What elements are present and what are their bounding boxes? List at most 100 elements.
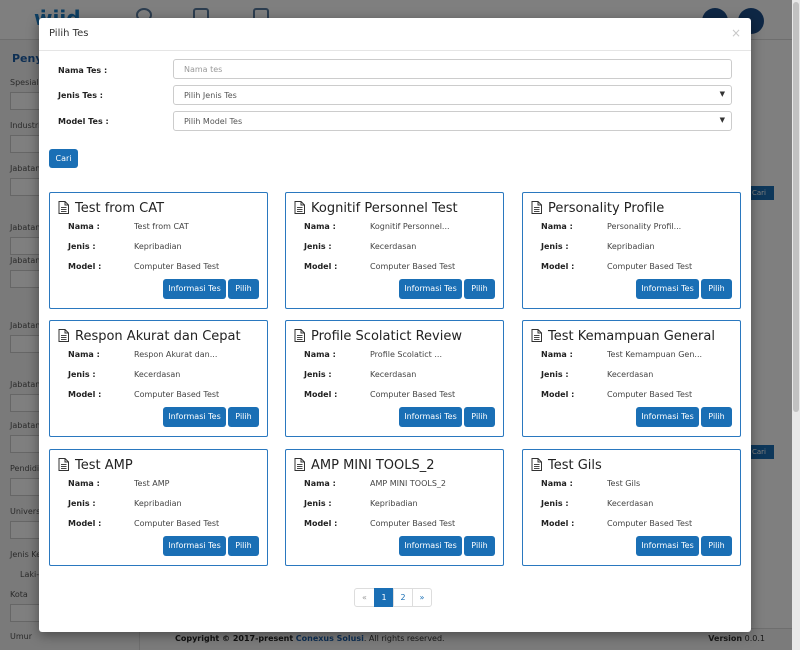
model-value: Computer Based Test (134, 262, 220, 271)
model-tes-value: Pilih Model Tes (184, 117, 243, 126)
jenis-tes-label: Jenis Tes : (58, 91, 103, 100)
document-icon (58, 329, 69, 342)
model-label: Model : (304, 262, 338, 271)
card-title: Test Kemampuan General (531, 329, 715, 344)
nama-value: Test AMP (134, 479, 170, 488)
informasi-tes-button[interactable]: Informasi Tes (163, 279, 226, 299)
model-value: Computer Based Test (607, 390, 693, 399)
pilih-button[interactable]: Pilih (701, 279, 732, 299)
informasi-tes-button[interactable]: Informasi Tes (163, 536, 226, 556)
test-card: Respon Akurat dan Cepat Nama : Respon Aku… (49, 320, 268, 437)
model-value: Computer Based Test (370, 390, 456, 399)
card-title-text: Test from CAT (75, 201, 165, 216)
jenis-value: Kecerdasan (370, 370, 417, 379)
card-title-text: Test Gils (548, 458, 602, 473)
document-icon (58, 201, 69, 214)
jenis-value: Kepribadian (370, 499, 418, 508)
jenis-label: Jenis : (541, 242, 569, 251)
caret-down-icon: ▼ (719, 116, 725, 124)
model-label: Model : (541, 262, 575, 271)
nama-label: Nama : (304, 479, 336, 488)
card-title: Personality Profile (531, 201, 664, 216)
jenis-tes-value: Pilih Jenis Tes (184, 91, 237, 100)
nama-value: Test Gils (607, 479, 641, 488)
search-button[interactable]: Cari (49, 149, 78, 168)
pilih-button[interactable]: Pilih (464, 407, 495, 427)
informasi-tes-button[interactable]: Informasi Tes (399, 407, 462, 427)
document-icon (294, 458, 305, 471)
test-card: Test from CAT Nama : Test from CAT Jenis … (49, 192, 268, 309)
card-title: Test AMP (58, 458, 133, 473)
nama-value: Profile Scolatict ... (370, 350, 442, 359)
pagination: « 1 2 » (354, 588, 432, 607)
nama-label: Nama : (304, 350, 336, 359)
pilih-tes-modal: Pilih Tes × Nama Tes : Nama tes Jenis Te… (39, 18, 751, 632)
pagination-prev[interactable]: « (354, 588, 375, 607)
model-label: Model : (304, 390, 338, 399)
test-card: Personality Profile Nama : Personality Pr… (522, 192, 741, 309)
document-icon (531, 201, 542, 214)
jenis-label: Jenis : (304, 370, 332, 379)
informasi-tes-button[interactable]: Informasi Tes (636, 536, 699, 556)
model-value: Computer Based Test (134, 390, 220, 399)
page-scrollbar[interactable] (792, 0, 800, 650)
pagination-next[interactable]: » (412, 588, 432, 607)
jenis-tes-select[interactable]: Pilih Jenis Tes ▼ (173, 85, 732, 105)
nama-value: Test Kemampuan Gen... (607, 350, 703, 359)
pilih-button[interactable]: Pilih (228, 279, 259, 299)
model-value: Computer Based Test (370, 262, 456, 271)
pilih-button[interactable]: Pilih (701, 536, 732, 556)
card-title: Test Gils (531, 458, 602, 473)
nama-label: Nama : (68, 479, 100, 488)
pilih-button[interactable]: Pilih (228, 536, 259, 556)
nama-label: Nama : (541, 479, 573, 488)
nama-tes-label: Nama Tes : (58, 66, 108, 75)
pilih-button[interactable]: Pilih (701, 407, 732, 427)
pilih-button[interactable]: Pilih (228, 407, 259, 427)
test-card: Kognitif Personnel Test Nama : Kognitif P… (285, 192, 504, 309)
close-icon[interactable]: × (731, 26, 741, 40)
model-value: Computer Based Test (134, 519, 220, 528)
card-title-text: Personality Profile (548, 201, 665, 216)
test-card: Profile Scolatict Review Nama : Profile S… (285, 320, 504, 437)
card-title-text: Test AMP (75, 458, 133, 473)
pagination-page-1[interactable]: 1 (374, 588, 394, 607)
jenis-value: Kepribadian (134, 242, 182, 251)
modal-title: Pilih Tes (49, 28, 89, 39)
caret-down-icon: ▼ (719, 90, 725, 98)
scrollbar-thumb[interactable] (793, 2, 799, 412)
informasi-tes-button[interactable]: Informasi Tes (163, 407, 226, 427)
nama-label: Nama : (68, 222, 100, 231)
jenis-value: Kecerdasan (607, 370, 654, 379)
jenis-label: Jenis : (68, 242, 96, 251)
nama-label: Nama : (541, 350, 573, 359)
model-label: Model : (68, 390, 102, 399)
document-icon (294, 201, 305, 214)
model-value: Computer Based Test (370, 519, 456, 528)
test-card: Test AMP Nama : Test AMP Jenis : Kepribadi… (49, 449, 268, 566)
nama-value: Kognitif Personnel... (370, 222, 450, 231)
jenis-label: Jenis : (541, 499, 569, 508)
informasi-tes-button[interactable]: Informasi Tes (636, 279, 699, 299)
model-tes-select[interactable]: Pilih Model Tes ▼ (173, 111, 732, 131)
nama-tes-input[interactable]: Nama tes (173, 59, 732, 79)
jenis-label: Jenis : (68, 370, 96, 379)
document-icon (294, 329, 305, 342)
model-label: Model : (68, 519, 102, 528)
card-title-text: Test Kemampuan General (548, 329, 715, 344)
model-label: Model : (68, 262, 102, 271)
pagination-page-2[interactable]: 2 (393, 588, 413, 607)
test-card: AMP MINI TOOLS_2 Nama : AMP MINI TOOLS_2 … (285, 449, 504, 566)
model-tes-label: Model Tes : (58, 117, 109, 126)
document-icon (531, 329, 542, 342)
card-title: Profile Scolatict Review (294, 329, 462, 344)
informasi-tes-button[interactable]: Informasi Tes (399, 536, 462, 556)
document-icon (531, 458, 542, 471)
model-value: Computer Based Test (607, 519, 693, 528)
pilih-button[interactable]: Pilih (464, 279, 495, 299)
informasi-tes-button[interactable]: Informasi Tes (636, 407, 699, 427)
nama-label: Nama : (304, 222, 336, 231)
informasi-tes-button[interactable]: Informasi Tes (399, 279, 462, 299)
test-card: Test Gils Nama : Test Gils Jenis : Kecerda… (522, 449, 741, 566)
pilih-button[interactable]: Pilih (464, 536, 495, 556)
